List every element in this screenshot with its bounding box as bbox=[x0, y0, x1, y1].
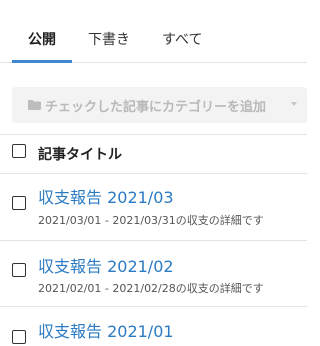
add-category-dropdown[interactable]: チェックした記事にカテゴリーを追加 bbox=[12, 87, 307, 123]
folder-icon bbox=[28, 100, 41, 110]
entry-title-link[interactable]: 収支報告 2021/02 bbox=[38, 253, 174, 277]
entry-title-link[interactable]: 収支報告 2021/03 bbox=[38, 184, 174, 208]
entry-checkbox[interactable] bbox=[12, 263, 26, 277]
tab-all[interactable]: すべて bbox=[162, 30, 202, 62]
entry-row: 収支報告 2021/01 bbox=[0, 306, 307, 346]
column-header-title: 記事タイトル bbox=[38, 147, 122, 163]
list-header: 記事タイトル bbox=[0, 134, 307, 174]
chevron-down-icon bbox=[291, 102, 297, 106]
entry-list-page: 公開 下書き すべて チェックした記事にカテゴリーを追加 記事タイトル 収支報告… bbox=[0, 0, 307, 346]
status-tabs: 公開 下書き すべて bbox=[0, 0, 307, 63]
tab-public[interactable]: 公開 bbox=[12, 30, 72, 63]
add-category-label: チェックした記事にカテゴリーを追加 bbox=[45, 99, 267, 115]
entry-description: 2021/02/01 - 2021/02/28の収支の詳細です bbox=[38, 282, 264, 295]
select-all-checkbox[interactable] bbox=[12, 144, 26, 158]
entry-title-link[interactable]: 収支報告 2021/01 bbox=[38, 318, 174, 342]
tab-drafts[interactable]: 下書き bbox=[88, 30, 130, 62]
entry-checkbox[interactable] bbox=[12, 330, 26, 344]
entry-row: 収支報告 2021/03 2021/03/01 - 2021/03/31の収支の… bbox=[0, 172, 307, 241]
entry-row: 収支報告 2021/02 2021/02/01 - 2021/02/28の収支の… bbox=[0, 240, 307, 307]
entry-checkbox[interactable] bbox=[12, 196, 26, 210]
entry-description: 2021/03/01 - 2021/03/31の収支の詳細です bbox=[38, 214, 264, 227]
